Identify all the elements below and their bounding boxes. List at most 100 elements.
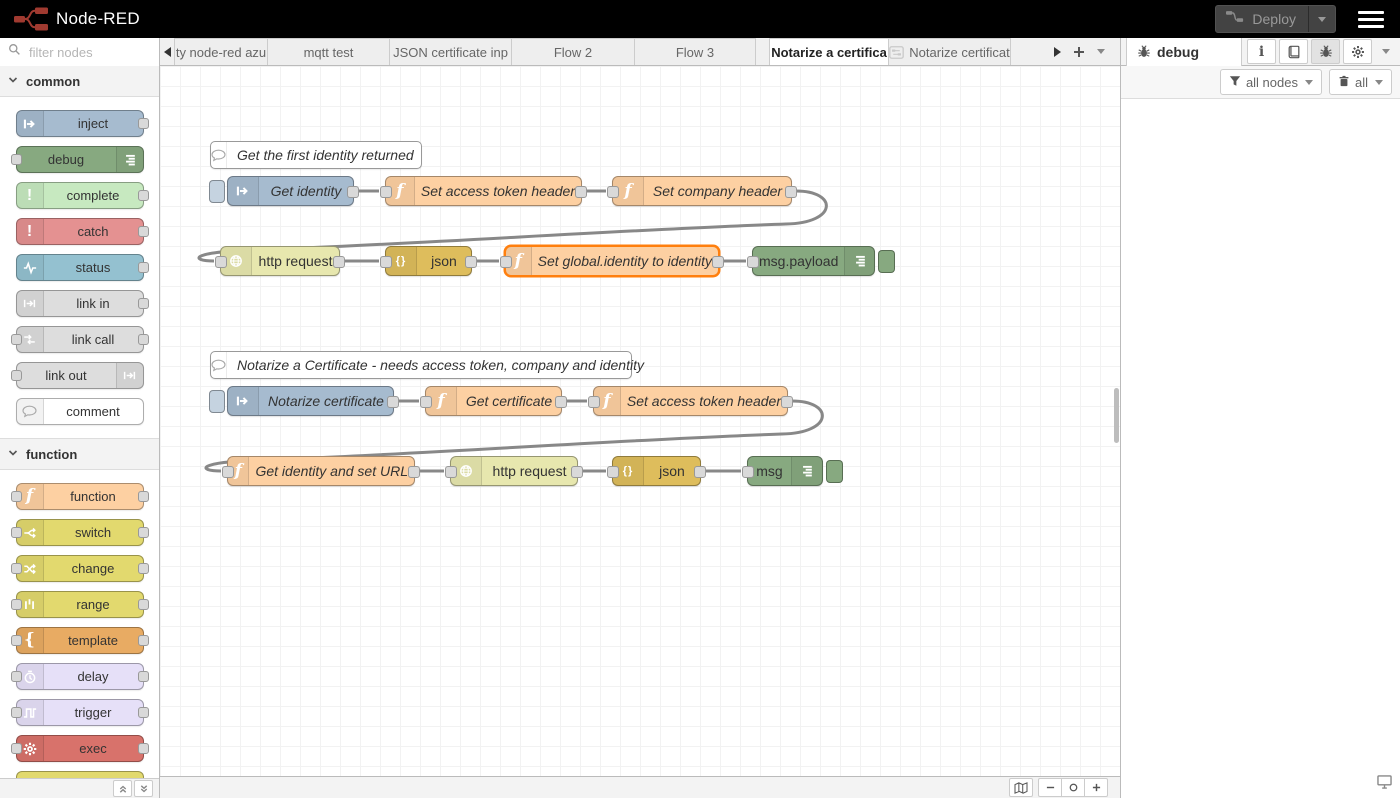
input-port[interactable] xyxy=(380,186,392,198)
output-port[interactable] xyxy=(138,743,149,754)
output-port[interactable] xyxy=(712,256,724,268)
palette-node-link-in[interactable]: link in xyxy=(16,290,144,317)
flow-tab[interactable]: Notarize a certifica xyxy=(769,38,889,65)
output-port[interactable] xyxy=(694,466,706,478)
output-port[interactable] xyxy=(138,707,149,718)
flow-node-set-access-token-header[interactable]: f Set access token header xyxy=(385,176,582,206)
palette-node-function[interactable]: f function xyxy=(16,483,144,510)
flow-tab[interactable]: ty node-red azu xyxy=(174,38,268,65)
palette-node-partial[interactable] xyxy=(16,771,144,778)
sidebar-config-button[interactable] xyxy=(1343,39,1372,64)
input-port[interactable] xyxy=(445,466,457,478)
input-port[interactable] xyxy=(588,396,600,408)
input-port[interactable] xyxy=(11,491,22,502)
input-port[interactable] xyxy=(11,599,22,610)
flow-canvas[interactable]: Get the first identity returned Notarize… xyxy=(160,66,1120,776)
flow-node-http-request[interactable]: http request xyxy=(220,246,340,276)
debug-toggle-button[interactable] xyxy=(878,250,895,273)
output-port[interactable] xyxy=(138,599,149,610)
input-port[interactable] xyxy=(747,256,759,268)
output-port[interactable] xyxy=(408,466,420,478)
palette-node-inject[interactable]: inject xyxy=(16,110,144,137)
flow-node-set-access-token-header[interactable]: f Set access token header xyxy=(593,386,788,416)
tab-scroll-left-button[interactable] xyxy=(160,38,174,65)
output-port[interactable] xyxy=(138,298,149,309)
input-port[interactable] xyxy=(607,186,619,198)
flow-node-http-request[interactable]: http request xyxy=(450,456,578,486)
output-port[interactable] xyxy=(347,186,359,198)
flow-node-set-company-header[interactable]: f Set company header xyxy=(612,176,792,206)
sidebar-info-button[interactable]: i xyxy=(1247,39,1276,64)
input-port[interactable] xyxy=(11,707,22,718)
input-port[interactable] xyxy=(11,671,22,682)
output-port[interactable] xyxy=(138,527,149,538)
output-port[interactable] xyxy=(138,671,149,682)
palette-node-switch[interactable]: switch xyxy=(16,519,144,546)
output-port[interactable] xyxy=(138,262,149,273)
debug-toggle-button[interactable] xyxy=(826,460,843,483)
palette-node-list[interactable]: common inject debug ! complete ! catch s… xyxy=(0,66,159,778)
input-port[interactable] xyxy=(500,256,512,268)
debug-filter-dropdown[interactable]: all nodes xyxy=(1220,69,1322,95)
flow-tab[interactable]: Flow 3 xyxy=(634,38,756,65)
output-port[interactable] xyxy=(785,186,797,198)
input-port[interactable] xyxy=(222,466,234,478)
output-port[interactable] xyxy=(575,186,587,198)
output-port[interactable] xyxy=(138,334,149,345)
comment-node[interactable]: Notarize a Certificate - needs access to… xyxy=(210,351,632,379)
input-port[interactable] xyxy=(742,466,754,478)
deploy-button[interactable]: Deploy xyxy=(1215,5,1336,33)
output-port[interactable] xyxy=(138,563,149,574)
input-port[interactable] xyxy=(607,466,619,478)
palette-category-header[interactable]: function xyxy=(0,438,159,470)
palette-node-catch[interactable]: ! catch xyxy=(16,218,144,245)
add-flow-button[interactable] xyxy=(1068,41,1090,63)
output-port[interactable] xyxy=(138,635,149,646)
input-port[interactable] xyxy=(11,527,22,538)
sidebar-menu-button[interactable] xyxy=(1375,49,1397,54)
expand-all-categories-button[interactable] xyxy=(134,780,153,797)
flow-list-button[interactable] xyxy=(1090,41,1112,63)
palette-search[interactable] xyxy=(0,38,159,67)
output-port[interactable] xyxy=(138,190,149,201)
palette-category-header[interactable]: common xyxy=(0,66,159,97)
input-port[interactable] xyxy=(11,154,22,165)
input-port[interactable] xyxy=(11,743,22,754)
palette-node-exec[interactable]: exec xyxy=(16,735,144,762)
sidebar-debug-button[interactable] xyxy=(1311,39,1340,64)
palette-node-range[interactable]: range xyxy=(16,591,144,618)
palette-node-status[interactable]: status xyxy=(16,254,144,281)
navigator-toggle-button[interactable] xyxy=(1009,778,1033,797)
output-port[interactable] xyxy=(387,396,399,408)
output-port[interactable] xyxy=(465,256,477,268)
flow-tab[interactable]: Notarize certificat xyxy=(888,38,1011,65)
debug-message-list[interactable] xyxy=(1121,100,1400,798)
output-port[interactable] xyxy=(781,396,793,408)
palette-node-link-out[interactable]: link out xyxy=(16,362,144,389)
output-port[interactable] xyxy=(138,491,149,502)
input-port[interactable] xyxy=(11,563,22,574)
flow-node-get-identity-and-set-url[interactable]: f Get identity and set URL xyxy=(227,456,415,486)
collapse-all-categories-button[interactable] xyxy=(113,780,132,797)
palette-node-trigger[interactable]: trigger xyxy=(16,699,144,726)
flow-tab[interactable]: Flow 2 xyxy=(511,38,635,65)
inject-button[interactable] xyxy=(209,180,225,203)
palette-node-debug[interactable]: debug xyxy=(16,146,144,173)
zoom-reset-button[interactable] xyxy=(1061,778,1085,797)
deploy-options-button[interactable] xyxy=(1308,6,1335,32)
output-port[interactable] xyxy=(138,226,149,237)
inject-button[interactable] xyxy=(209,390,225,413)
palette-node-delay[interactable]: delay xyxy=(16,663,144,690)
canvas-vertical-scrollbar[interactable] xyxy=(1114,388,1119,443)
output-port[interactable] xyxy=(333,256,345,268)
input-port[interactable] xyxy=(11,334,22,345)
comment-node[interactable]: Get the first identity returned xyxy=(210,141,422,169)
flow-node-json[interactable]: {} json xyxy=(385,246,472,276)
flow-node-get-identity[interactable]: Get identity xyxy=(227,176,354,206)
input-port[interactable] xyxy=(11,370,22,381)
search-input[interactable] xyxy=(27,44,151,61)
flow-tab[interactable]: JSON certificate inp xyxy=(389,38,512,65)
output-port[interactable] xyxy=(138,118,149,129)
palette-node-comment[interactable]: comment xyxy=(16,398,144,425)
input-port[interactable] xyxy=(11,635,22,646)
